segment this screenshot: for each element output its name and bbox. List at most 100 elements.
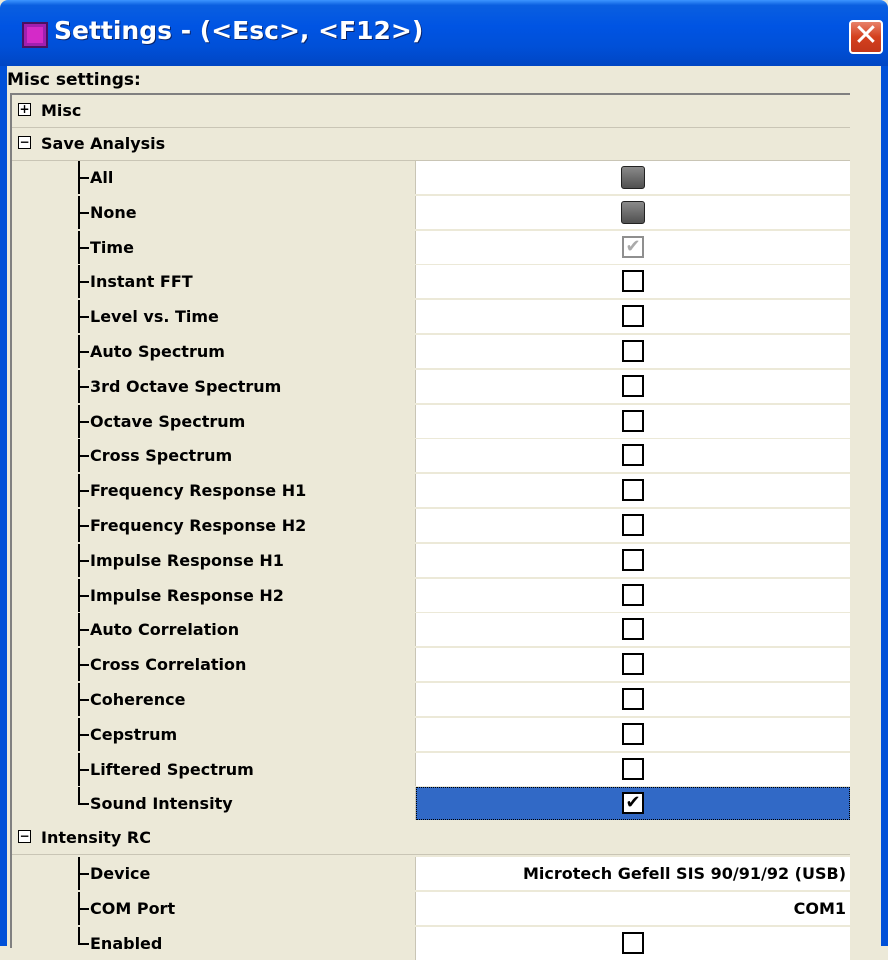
property-value-cell[interactable] xyxy=(416,300,850,334)
level-vs-time-checkbox[interactable] xyxy=(622,305,644,328)
enabled-checkbox[interactable] xyxy=(622,931,644,954)
property-row-liftered-spectrum[interactable]: Liftered Spectrum xyxy=(12,752,850,786)
collapse-icon[interactable]: − xyxy=(18,830,31,844)
property-value-cell[interactable] xyxy=(416,717,850,751)
property-value-cell[interactable] xyxy=(416,265,850,299)
property-value-cell[interactable]: COM1 xyxy=(416,891,850,925)
property-value-cell[interactable] xyxy=(416,335,850,368)
property-row-all[interactable]: All xyxy=(12,161,850,194)
expand-icon[interactable]: + xyxy=(18,103,31,116)
impulse-response-h2-checkbox[interactable] xyxy=(622,583,644,606)
property-name-cell[interactable]: Impulse Response H2 xyxy=(42,578,416,612)
3rd-octave-spectrum-checkbox[interactable] xyxy=(622,374,644,397)
property-row-frequency-response-h2[interactable]: Frequency Response H2 xyxy=(12,509,850,542)
property-name-cell[interactable]: Cross Spectrum xyxy=(42,439,416,473)
property-name-cell[interactable]: Frequency Response H2 xyxy=(42,509,416,542)
property-name-cell[interactable]: Cepstrum xyxy=(42,717,416,751)
property-value-cell[interactable] xyxy=(416,404,850,438)
property-name-cell[interactable]: Liftered Spectrum xyxy=(42,752,416,786)
property-value-cell[interactable] xyxy=(416,474,850,508)
property-value-cell[interactable] xyxy=(416,509,850,542)
property-value-cell[interactable] xyxy=(416,161,850,194)
property-name-cell[interactable]: Coherence xyxy=(42,683,416,716)
property-name-cell[interactable]: Auto Correlation xyxy=(42,613,416,647)
property-row-enabled[interactable]: Enabled xyxy=(12,926,850,960)
property-row-auto-spectrum[interactable]: Auto Spectrum xyxy=(12,335,850,368)
property-value-cell[interactable]: ✔ xyxy=(416,787,850,821)
property-name-cell[interactable]: Instant FFT xyxy=(42,265,416,299)
collapse-icon[interactable]: − xyxy=(18,136,31,149)
property-row-com-port[interactable]: COM Port COM1 xyxy=(12,891,850,925)
property-value-cell[interactable]: Microtech Gefell SIS 90/91/92 (USB) xyxy=(416,857,850,890)
sound-intensity-checkbox[interactable]: ✔ xyxy=(622,792,644,815)
cross-correlation-checkbox[interactable] xyxy=(622,653,644,676)
property-row-auto-correlation[interactable]: Auto Correlation xyxy=(12,613,850,647)
property-row-impulse-response-h1[interactable]: Impulse Response H1 xyxy=(12,543,850,577)
property-name-cell[interactable]: 3rd Octave Spectrum xyxy=(42,369,416,403)
property-name-cell[interactable]: Level vs. Time xyxy=(42,300,416,334)
property-name-cell[interactable]: Octave Spectrum xyxy=(42,404,416,438)
property-value-cell[interactable]: ✔ xyxy=(416,230,850,264)
property-name-cell[interactable]: All xyxy=(42,161,416,194)
property-row-cross-spectrum[interactable]: Cross Spectrum xyxy=(12,439,850,473)
property-row-coherence[interactable]: Coherence xyxy=(12,683,850,716)
close-button[interactable]: ✕ xyxy=(849,20,883,54)
category-intensity-rc[interactable]: − Intensity RC xyxy=(12,822,850,856)
octave-spectrum-checkbox[interactable] xyxy=(622,409,644,432)
property-name-cell[interactable]: Sound Intensity xyxy=(42,787,416,821)
liftered-spectrum-checkbox[interactable] xyxy=(622,757,644,780)
cross-spectrum-checkbox[interactable] xyxy=(622,444,644,467)
property-name-cell[interactable]: Frequency Response H1 xyxy=(42,474,416,508)
property-value-cell[interactable] xyxy=(416,683,850,716)
frequency-response-h1-checkbox[interactable] xyxy=(622,479,644,502)
cepstrum-checkbox[interactable] xyxy=(622,722,644,745)
coherence-checkbox[interactable] xyxy=(622,688,644,710)
all-button[interactable] xyxy=(621,166,645,189)
property-row-cepstrum[interactable]: Cepstrum xyxy=(12,717,850,751)
property-row-frequency-response-h1[interactable]: Frequency Response H1 xyxy=(12,474,850,508)
property-label: Enabled xyxy=(90,933,163,953)
auto-spectrum-checkbox[interactable] xyxy=(622,340,644,362)
property-name-cell[interactable]: Auto Spectrum xyxy=(42,335,416,368)
property-row-time[interactable]: Time ✔ xyxy=(12,230,850,264)
property-value-cell[interactable] xyxy=(416,369,850,403)
property-value-cell[interactable] xyxy=(416,752,850,786)
category-save-analysis[interactable]: − Save Analysis xyxy=(12,128,850,161)
property-name-cell[interactable]: Device xyxy=(42,857,416,890)
property-value-cell[interactable] xyxy=(416,648,850,682)
property-row-octave-spectrum[interactable]: Octave Spectrum xyxy=(12,404,850,438)
property-label: Level vs. Time xyxy=(90,307,219,327)
property-row-instant-fft[interactable]: Instant FFT xyxy=(12,265,850,299)
row-indent xyxy=(12,578,42,612)
auto-correlation-checkbox[interactable] xyxy=(622,618,644,641)
property-name-cell[interactable]: Enabled xyxy=(42,926,416,960)
property-row-device[interactable]: Device Microtech Gefell SIS 90/91/92 (USB… xyxy=(12,857,850,890)
property-name-cell[interactable]: Time xyxy=(42,230,416,264)
property-name-cell[interactable]: COM Port xyxy=(42,891,416,925)
tree-line-icon xyxy=(78,926,80,944)
impulse-response-h1-checkbox[interactable] xyxy=(622,548,644,571)
property-value-cell[interactable] xyxy=(416,195,850,229)
property-name-cell[interactable]: Cross Correlation xyxy=(42,648,416,682)
property-value-cell[interactable] xyxy=(416,439,850,473)
property-value-cell[interactable] xyxy=(416,543,850,577)
property-value-cell[interactable] xyxy=(416,926,850,960)
category-misc[interactable]: + Misc xyxy=(12,95,850,128)
title-bar[interactable]: Settings - (<Esc>, <F12>) ✕ xyxy=(0,0,888,66)
property-row-sound-intensity[interactable]: Sound Intensity ✔ xyxy=(12,787,850,821)
row-indent xyxy=(12,613,42,647)
row-indent xyxy=(12,369,42,403)
property-name-cell[interactable]: None xyxy=(42,195,416,229)
property-row-3rd-octave-spectrum[interactable]: 3rd Octave Spectrum xyxy=(12,369,850,403)
property-value-cell[interactable] xyxy=(416,613,850,647)
property-name-cell[interactable]: Impulse Response H1 xyxy=(42,543,416,577)
property-row-cross-correlation[interactable]: Cross Correlation xyxy=(12,648,850,682)
property-value-cell[interactable] xyxy=(416,578,850,612)
property-row-level-vs-time[interactable]: Level vs. Time xyxy=(12,300,850,334)
property-row-impulse-response-h2[interactable]: Impulse Response H2 xyxy=(12,578,850,612)
frequency-response-h2-checkbox[interactable] xyxy=(622,514,644,536)
instant-fft-checkbox[interactable] xyxy=(622,270,644,293)
none-button[interactable] xyxy=(621,200,645,224)
property-grid: + Misc − Save Analysis All None Time ✔ Insta… xyxy=(10,93,850,960)
property-row-none[interactable]: None xyxy=(12,195,850,229)
